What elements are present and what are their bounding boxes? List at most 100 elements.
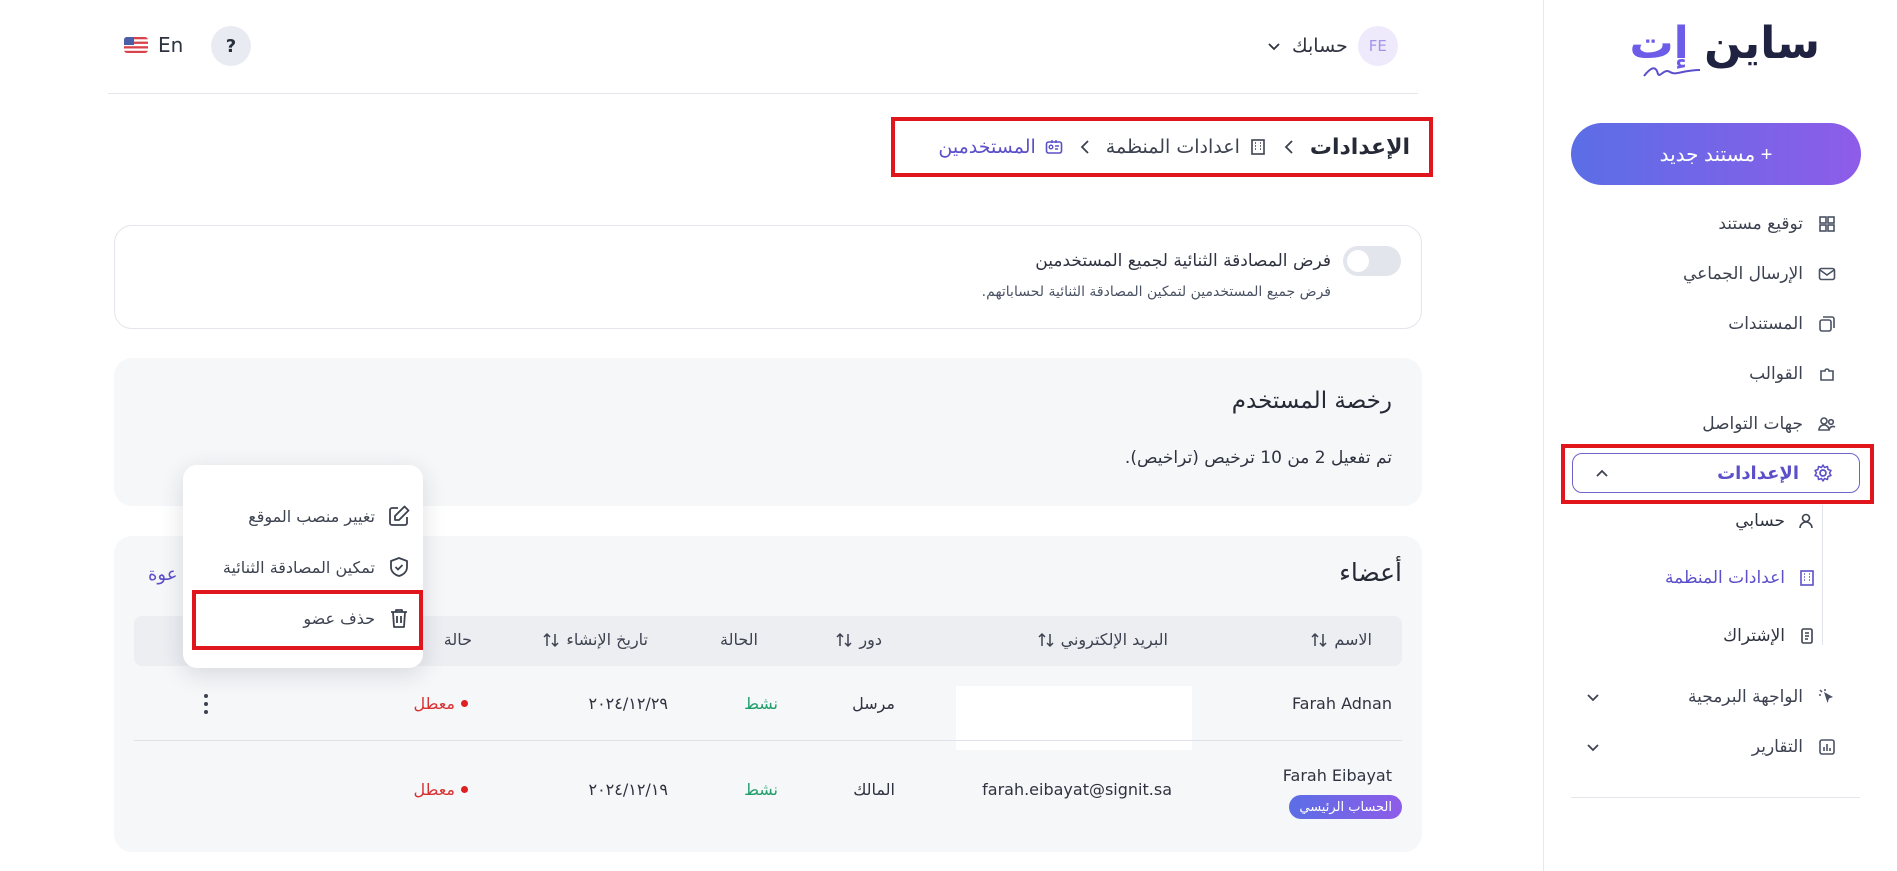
sidebar-item-label: توقيع مستند [1718,214,1803,234]
us-flag-icon [124,37,148,53]
column-header-status: الحالة [720,630,758,649]
puzzle-icon [1820,368,1834,381]
cursor-click-icon [1819,689,1833,703]
sidebar: ساين إت + مستند جديد توقيع مستند الإرسال… [1543,0,1897,871]
row-divider [134,740,1402,741]
column-header-label: حالة [443,630,472,649]
column-header-label: الاسم [1334,630,1372,649]
status-dot [461,786,468,793]
documents-icon [1819,316,1835,332]
sidebar-item-reports[interactable]: التقارير [1752,732,1837,762]
two-factor-toggle[interactable] [1343,246,1401,276]
sidebar-item-sign-document[interactable]: توقيع مستند [1718,209,1837,239]
member-email: farah.eibayat@signit.sa [982,780,1172,799]
new-document-button[interactable]: + مستند جديد [1571,123,1861,185]
column-header-label: دور [859,630,882,649]
member-created-date: ٢٠٢٤/١٢/٢٩ [588,694,668,713]
user-icon [1799,513,1813,529]
sidebar-item-label: الواجهة البرمجية [1687,687,1803,707]
sidebar-item-bulk-send[interactable]: الإرسال الجماعي [1683,259,1837,289]
sidebar-item-label: جهات التواصل [1702,414,1803,434]
logo-accent-text: إت [1629,18,1689,69]
license-description: تم تفعيل 2 من 10 ترخيص (تراخيص). [1124,448,1392,468]
sidebar-subitem-subscription[interactable]: الإشتراك [1723,626,1817,646]
highlight-settings [1561,444,1874,504]
account-menu[interactable]: FE حسابك [1266,26,1398,66]
member-2fa-label: معطل [413,780,455,799]
sidebar-subitem-my-account[interactable]: حسابي [1735,511,1817,531]
sidebar-item-api[interactable]: الواجهة البرمجية [1688,682,1837,712]
license-title: رخصة المستخدم [1231,388,1392,414]
sidebar-subitem-org-settings[interactable]: اعدادات المنظمة [1665,568,1817,588]
column-header-role[interactable]: دور [835,630,882,649]
member-status: نشط [744,780,778,799]
sidebar-item-label: التقارير [1751,737,1803,757]
chevron-down-icon [1268,43,1280,51]
language-switcher[interactable]: En [124,33,183,57]
edit-icon [389,505,410,526]
column-header-label: البريد الإلكتروني [1060,630,1168,649]
logo-main-text: ساين [1704,18,1821,69]
sort-icon [836,632,852,647]
column-header-label: الحالة [720,630,758,649]
member-2fa-status: معطل [413,780,468,799]
receipt-icon [1801,628,1813,644]
member-status: نشط [744,694,778,713]
sort-icon [1311,632,1327,647]
chevron-down-icon[interactable] [1584,688,1602,706]
language-label: En [158,33,184,57]
chevron-down-icon[interactable] [1584,738,1602,756]
sidebar-item-label: القوالب [1749,364,1803,384]
menu-item-change-role[interactable]: تغيير منصب الموقع [248,501,411,531]
member-created-date: ٢٠٢٤/١٢/١٩ [588,780,668,799]
sort-icon [1038,632,1054,647]
main-account-badge: الحساب الرئيسي [1289,795,1402,819]
shield-check-icon [390,557,408,577]
member-role: المالك [853,780,895,799]
grid-icon [1819,216,1835,232]
help-button[interactable]: ? [211,26,251,66]
sidebar-divider [1571,797,1860,798]
row-actions-button[interactable] [196,690,216,718]
column-header-created[interactable]: تاريخ الإنشاء [542,630,648,649]
sidebar-item-label: الإرسال الجماعي [1682,264,1803,284]
sidebar-item-contacts[interactable]: جهات التواصل [1702,409,1837,439]
invite-member-link[interactable]: عوة [148,564,177,585]
highlight-breadcrumb [891,117,1433,177]
app-logo[interactable]: ساين إت [1629,14,1821,80]
member-2fa-status: معطل [413,694,468,713]
column-header-email[interactable]: البريد الإلكتروني [1037,630,1168,649]
sort-icon [543,632,559,647]
menu-item-enable-2fa[interactable]: تمكين المصادقة الثنائية [223,552,411,582]
column-header-label: تاريخ الإنشاء [566,630,648,649]
member-name: Farah Adnan [1291,694,1392,713]
two-factor-title: فرض المصادقة الثنائية لجميع المستخدمين [1035,251,1331,271]
account-label: حسابك [1292,35,1348,57]
two-factor-description: فرض جميع المستخدمين لتمكين المصادقة الثن… [981,284,1331,300]
menu-item-label: تغيير منصب الموقع [248,506,375,526]
sidebar-subitem-label: اعدادات المنظمة [1665,568,1785,588]
toggle-knob [1347,250,1369,272]
sidebar-item-templates[interactable]: القوالب [1749,359,1837,389]
member-role: مرسل [852,694,895,713]
highlight-delete-member [192,590,423,650]
building-icon [1800,570,1814,586]
chart-icon [1819,739,1835,755]
sidebar-item-label: المستندات [1728,314,1803,334]
sidebar-subitem-label: حسابي [1735,511,1785,531]
avatar: FE [1357,26,1398,66]
submenu-line [1822,505,1823,645]
member-2fa-label: معطل [413,694,455,713]
contacts-icon [1818,417,1836,431]
envelope-icon [1818,267,1836,281]
sidebar-subitem-label: الإشتراك [1723,626,1785,646]
menu-item-label: تمكين المصادقة الثنائية [222,557,375,577]
sidebar-item-documents[interactable]: المستندات [1728,309,1837,339]
column-header-name[interactable]: الاسم [1310,630,1372,649]
two-factor-card: فرض المصادقة الثنائية لجميع المستخدمين ف… [114,225,1422,329]
column-header-2fa: حالة [444,630,472,649]
logo-signature-icon [1643,67,1701,77]
topbar-divider [108,93,1418,94]
member-name: Farah Eibayat [1282,766,1392,785]
members-title: أعضاء [1339,558,1402,587]
